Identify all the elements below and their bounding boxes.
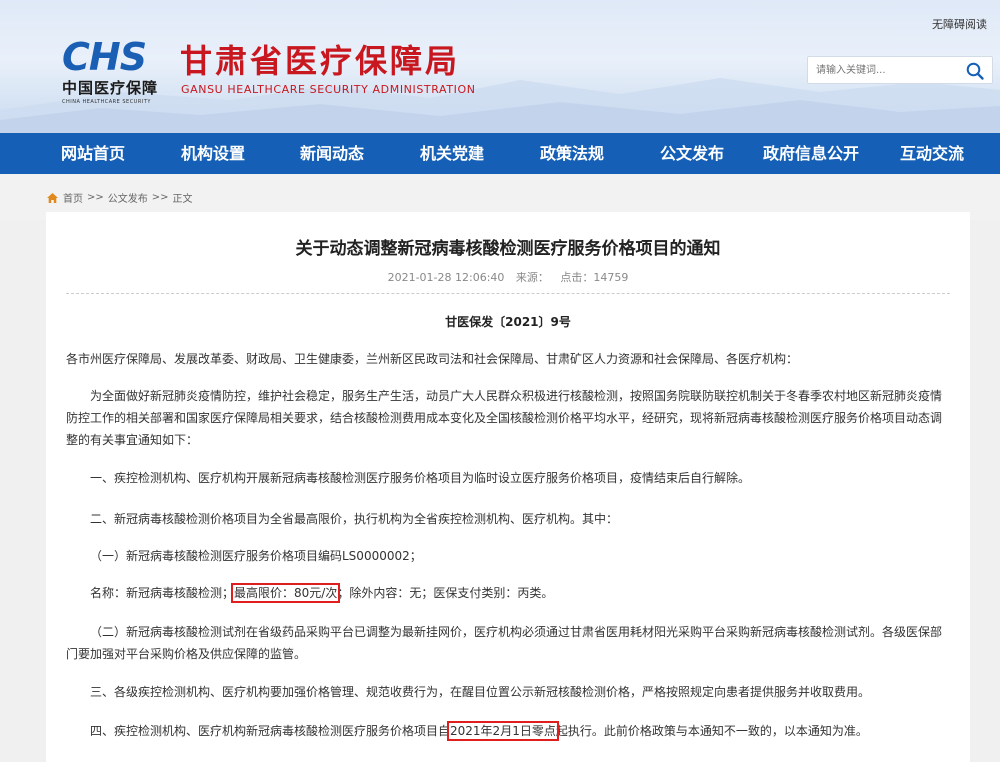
logo-english-text: CHINA HEALTHCARE SECURITY [62, 99, 151, 105]
article-date: 2021-01-28 12:06:40 [387, 271, 505, 284]
item-2-1-paragraph: （一）新冠病毒核酸检测医疗服务价格项目编码LS0000002； [90, 549, 422, 563]
article-panel: 关于动态调整新冠病毒核酸检测医疗服务价格项目的通知 2021-01-28 12:… [46, 212, 970, 762]
article-meta: 2021-01-28 12:06:40 来源： 点击：14759 [46, 269, 970, 285]
item-4-paragraph: 四、疾控检测机构、医疗机构新冠病毒核酸检测医疗服务价格项目自2021年2月1日零… [66, 720, 950, 742]
item-2-paragraph: 二、新冠病毒核酸检测价格项目为全省最高限价，执行机构为全省疾控检测机构、医疗机构… [90, 512, 619, 526]
price-name-text: 名称：新冠病毒核酸检测； [90, 586, 235, 600]
search-box [807, 56, 993, 84]
article-clicks: 点击：14759 [560, 271, 629, 284]
item-2-2-paragraph: （二）新冠病毒核酸检测试剂在省级药品采购平台已调整为最新挂网价，医疗机构必须通过… [66, 625, 943, 661]
effective-post-text: 起执行。此前价格政策与本通知不一致的，以本通知为准。 [555, 724, 868, 738]
logo-chinese-text: 中国医疗保障 [62, 79, 159, 97]
breadcrumb-separator: >> [151, 192, 169, 203]
price-exclusion-text: ；除外内容：无；医保支付类别：丙类。 [337, 586, 554, 600]
item-3-paragraph: 三、各级疾控检测机构、医疗机构要加强价格管理、规范收费行为，在醒目位置公示新冠核… [90, 685, 871, 699]
site-logo[interactable]: CHS 中国医疗保障 CHINA HEALTHCARE SECURITY [62, 38, 158, 105]
nav-item-organization[interactable]: 机构设置 [181, 133, 245, 174]
nav-item-party[interactable]: 机关党建 [420, 133, 484, 174]
nav-item-news[interactable]: 新闻动态 [300, 133, 364, 174]
site-header: CHS 中国医疗保障 CHINA HEALTHCARE SECURITY 甘肃省… [0, 0, 1000, 133]
effective-date-highlight: 2021年2月1日零点 [447, 721, 559, 741]
main-nav: 网站首页 机构设置 新闻动态 机关党建 政策法规 公文发布 政府信息公开 互动交… [0, 133, 1000, 174]
search-icon[interactable] [965, 61, 985, 81]
nav-item-home[interactable]: 网站首页 [61, 133, 125, 174]
nav-item-policy[interactable]: 政策法规 [540, 133, 604, 174]
logo-mark: CHS [62, 35, 147, 79]
effective-pre-text: 四、疾控检测机构、医疗机构新冠病毒核酸检测医疗服务价格项目自 [90, 724, 451, 738]
breadcrumb: 首页 >> 公文发布 >> 正文 [46, 190, 193, 205]
search-input[interactable] [816, 62, 956, 79]
site-title: 甘肃省医疗保障局 [180, 42, 461, 80]
home-icon [47, 192, 58, 203]
nav-item-interaction[interactable]: 互动交流 [900, 133, 964, 174]
breadcrumb-section[interactable]: 公文发布 [108, 190, 148, 205]
price-cap-highlight: 最高限价：80元/次 [231, 583, 341, 603]
site-subtitle: GANSU HEALTHCARE SECURITY ADMINISTRATION [181, 83, 476, 96]
item-1-paragraph: 一、疾控检测机构、医疗机构开展新冠病毒核酸检测医疗服务价格项目为临时设立医疗服务… [90, 471, 751, 485]
document-number: 甘医保发〔2021〕9号 [445, 315, 571, 329]
price-paragraph: 名称：新冠病毒核酸检测；最高限价：80元/次；除外内容：无；医保支付类别：丙类。 [66, 582, 950, 604]
article-title: 关于动态调整新冠病毒核酸检测医疗服务价格项目的通知 [295, 239, 721, 259]
breadcrumb-separator: >> [87, 192, 104, 203]
recipients-paragraph: 各市州医疗保障局、发展改革委、财政局、卫生健康委，兰州新区民政司法和社会保障局、… [66, 352, 799, 366]
breadcrumb-current: 正文 [172, 194, 193, 205]
breadcrumb-home[interactable]: 首页 [63, 190, 83, 205]
nav-item-disclosure[interactable]: 政府信息公开 [763, 133, 859, 174]
divider [66, 293, 950, 294]
accessibility-link[interactable]: 无障碍阅读 [932, 16, 987, 32]
intro-paragraph: 为全面做好新冠肺炎疫情防控，维护社会稳定，服务生产生活，动员广大人民群众积极进行… [66, 389, 943, 447]
article-source: 来源： [515, 271, 549, 284]
nav-item-documents[interactable]: 公文发布 [660, 133, 724, 174]
